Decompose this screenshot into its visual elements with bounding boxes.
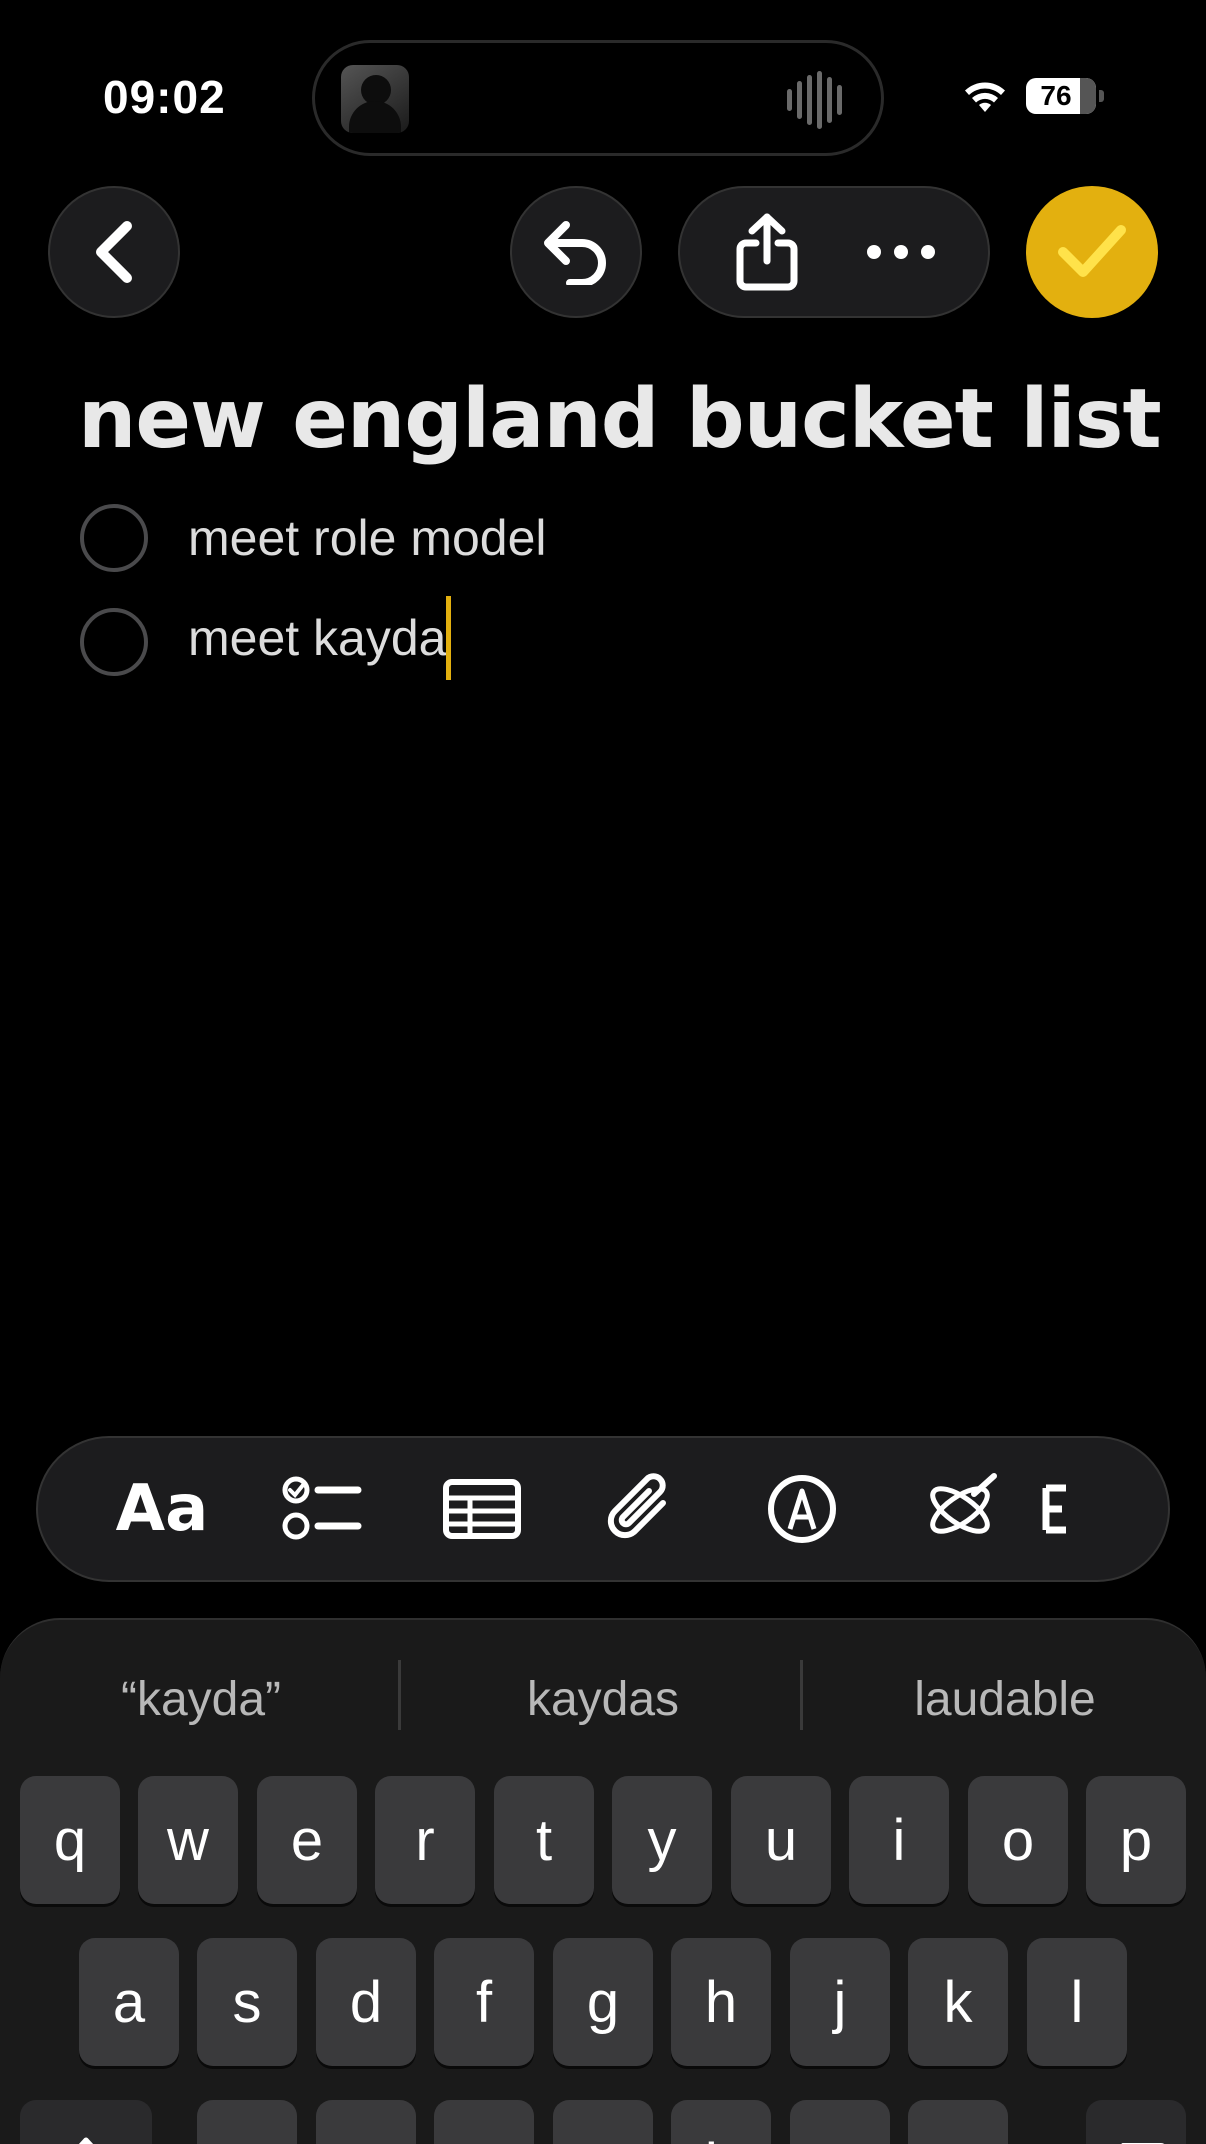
key-f[interactable]: f (434, 1938, 534, 2066)
text-style-label: Aa (115, 1472, 209, 1546)
wifi-icon (965, 82, 1005, 112)
key-z[interactable]: z (197, 2100, 297, 2144)
key-j[interactable]: j (790, 1938, 890, 2066)
key-l[interactable]: l (1027, 1938, 1127, 2066)
back-button[interactable] (48, 186, 180, 318)
attachment-button[interactable] (562, 1459, 722, 1559)
text-style-button[interactable]: Aa (82, 1459, 242, 1559)
suggestion-item[interactable]: laudable (804, 1660, 1206, 1740)
checkbox-circle[interactable] (80, 608, 148, 676)
battery-level: 76 (1040, 80, 1072, 111)
battery-indicator: 76 (1026, 78, 1104, 114)
chevron-left-icon (96, 221, 132, 283)
key-s[interactable]: s (197, 1938, 297, 2066)
checklist-item-text[interactable]: meet role model (188, 509, 547, 567)
key-t[interactable]: t (494, 1776, 594, 1904)
key-m[interactable]: m (908, 2100, 1008, 2144)
formatting-toolbar: Aa (36, 1436, 1170, 1582)
audio-waveform-icon (787, 71, 842, 129)
key-i[interactable]: i (849, 1776, 949, 1904)
key-y[interactable]: y (612, 1776, 712, 1904)
share-icon (736, 213, 798, 291)
partial-format-icon (1042, 1484, 1066, 1534)
more-button[interactable] (846, 197, 956, 307)
checklist-button[interactable] (242, 1459, 402, 1559)
delete-key[interactable] (1086, 2100, 1186, 2144)
checklist-item[interactable]: meet role model (80, 504, 547, 572)
checklist-item-text[interactable]: meet kayda (188, 596, 452, 684)
key-w[interactable]: w (138, 1776, 238, 1904)
shift-arrow-icon (78, 2137, 94, 2144)
key-b[interactable]: b (671, 2100, 771, 2144)
key-h[interactable]: h (671, 1938, 771, 2066)
dynamic-island[interactable] (312, 40, 884, 156)
writing-tools-button[interactable] (882, 1459, 1042, 1559)
checkmark-icon (1058, 225, 1126, 277)
shift-key[interactable] (20, 2100, 152, 2144)
table-icon (443, 1479, 521, 1539)
key-r[interactable]: r (375, 1776, 475, 1904)
notes-screen: 09:02 76 new england bucket list meet ro… (0, 0, 1206, 2144)
share-more-group (678, 186, 990, 318)
markup-pen-icon (768, 1475, 836, 1543)
key-n[interactable]: n (790, 2100, 890, 2144)
text-cursor (446, 596, 452, 680)
key-o[interactable]: o (968, 1776, 1068, 1904)
key-g[interactable]: g (553, 1938, 653, 2066)
suggestion-item[interactable]: kaydas (402, 1660, 804, 1740)
paperclip-icon (607, 1473, 666, 1539)
checkbox-circle[interactable] (80, 504, 148, 572)
markup-button[interactable] (722, 1459, 882, 1559)
undo-button[interactable] (510, 186, 642, 318)
key-u[interactable]: u (731, 1776, 831, 1904)
key-k[interactable]: k (908, 1938, 1008, 2066)
more-dots-icon (867, 245, 935, 259)
note-title[interactable]: new england bucket list (78, 372, 1178, 467)
table-button[interactable] (402, 1459, 562, 1559)
suggestion-divider (800, 1660, 803, 1730)
undo-icon (544, 221, 606, 285)
key-e[interactable]: e (257, 1776, 357, 1904)
share-button[interactable] (712, 197, 822, 307)
checklist-icon (282, 1476, 362, 1540)
now-playing-artwork (341, 65, 409, 133)
suggestion-item[interactable]: “kayda” (0, 1660, 402, 1740)
key-d[interactable]: d (316, 1938, 416, 2066)
status-indicators: 76 (962, 76, 1104, 116)
done-button[interactable] (1026, 186, 1158, 318)
suggestion-divider (398, 1660, 401, 1730)
key-c[interactable]: c (434, 2100, 534, 2144)
checklist-item-text-value[interactable]: meet kayda (188, 610, 446, 666)
checklist-item[interactable]: meet kayda (80, 596, 452, 684)
key-x[interactable]: x (316, 2100, 416, 2144)
key-q[interactable]: q (20, 1776, 120, 1904)
keyboard: “kayda” kaydas laudable q w e r t y u i … (0, 1618, 1206, 2144)
writing-tools-icon (930, 1473, 997, 1534)
more-format-button[interactable] (1042, 1459, 1082, 1559)
key-a[interactable]: a (79, 1938, 179, 2066)
key-p[interactable]: p (1086, 1776, 1186, 1904)
suggestion-bar: “kayda” kaydas laudable (0, 1660, 1206, 1740)
status-time: 09:02 (103, 71, 226, 123)
key-v[interactable]: v (553, 2100, 653, 2144)
